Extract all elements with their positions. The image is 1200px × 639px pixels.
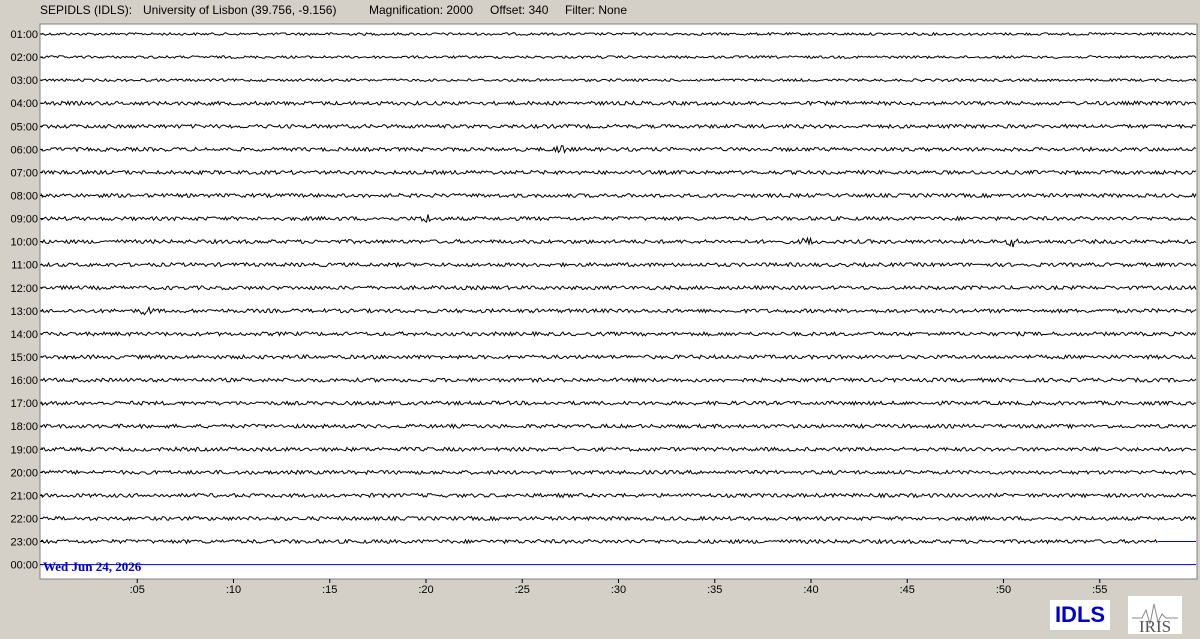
hour-label: 20:00 [10,467,38,479]
minute-label: :50 [996,584,1011,596]
hour-label: 00:00 [10,560,38,572]
hour-label: 21:00 [10,490,38,502]
minute-label: :30 [611,584,626,596]
hour-label: 14:00 [10,329,38,341]
hour-label: 18:00 [10,421,38,433]
helicorder-plot: 01:00 02:00 03:00 04:00 05:00 06:00 07:00 08:00… [10,23,1198,596]
idls-logo: IDLS [1050,600,1110,630]
minute-label: :15 [322,584,337,596]
hour-label: 22:00 [10,513,38,525]
hour-label: 17:00 [10,398,38,410]
date-label: Wed Jun 24, 2026 [43,559,142,574]
hour-label: 13:00 [10,306,38,318]
hour-label: 11:00 [11,260,38,272]
hour-label: 06:00 [10,144,38,156]
hour-label: 19:00 [10,444,38,456]
hour-label: 07:00 [10,167,38,179]
hour-label: 05:00 [10,121,38,133]
hour-label: 09:00 [10,214,38,226]
minute-label: :20 [418,584,433,596]
hour-label: 08:00 [10,190,38,202]
minute-label: :35 [707,584,722,596]
hour-label: 01:00 [10,29,38,41]
minute-label: :25 [515,584,530,596]
minute-label: :55 [1092,584,1107,596]
hour-label: 16:00 [10,375,38,387]
hour-labels: 01:00 02:00 03:00 04:00 05:00 06:00 07:00 08:00… [10,29,38,572]
hour-label: 15:00 [10,352,38,364]
minute-label: :40 [803,584,818,596]
hour-label: 04:00 [10,98,38,110]
hour-label: 03:00 [10,75,38,87]
hour-label: 12:00 [10,283,38,295]
iris-logo-text: IRIS [1139,617,1171,634]
hour-label: 23:00 [10,537,38,549]
minute-labels: :05 :10 :15 :20 :25 :30 :35 :40 :45 :50 :55 [130,579,1107,596]
hour-label: 10:00 [10,237,38,249]
hour-label: 02:00 [10,52,38,64]
minute-label: :45 [900,584,915,596]
minute-label: :05 [130,584,145,596]
idls-logo-text: IDLS [1054,602,1106,627]
minute-label: :10 [226,584,241,596]
iris-logo: IRIS [1128,596,1182,636]
